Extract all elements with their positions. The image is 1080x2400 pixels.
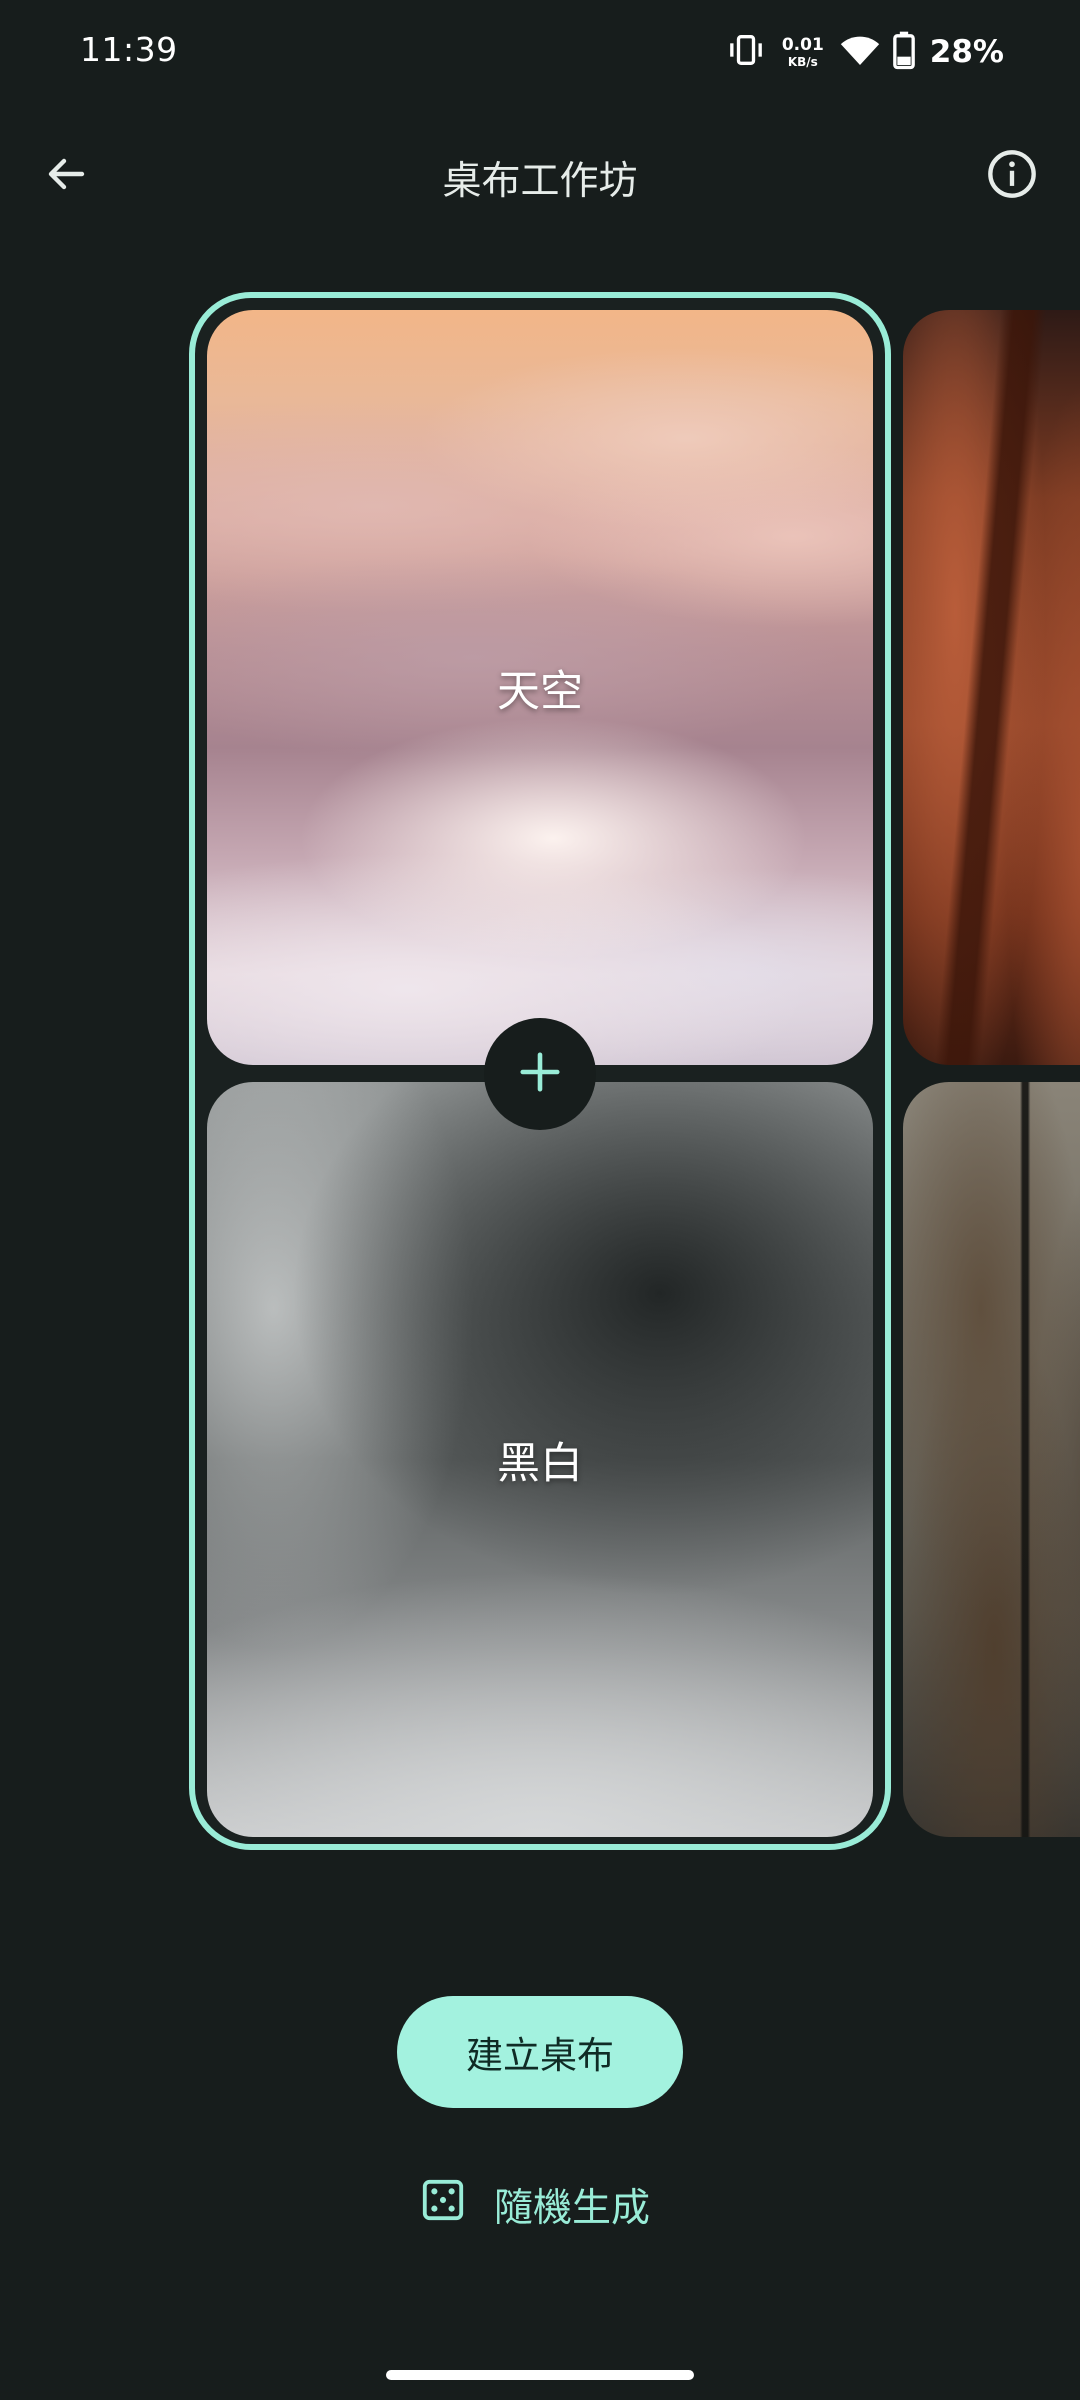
random-generate-label: 隨機生成 xyxy=(494,2186,651,2231)
status-bar: 11:39 0.01 KB/s 28% xyxy=(0,0,1080,110)
page-title: 桌布工作坊 xyxy=(442,159,638,204)
wallpaper-tile-black-white[interactable]: 黑白 xyxy=(207,1082,873,1837)
dice-icon xyxy=(420,2177,466,2233)
add-wallpaper-button[interactable] xyxy=(484,1018,596,1130)
vibrate-icon xyxy=(726,30,766,74)
app-bar: 桌布工作坊 xyxy=(0,120,1080,230)
info-button[interactable] xyxy=(976,140,1048,212)
wallpaper-tile-next-bottom[interactable] xyxy=(903,1082,1080,1837)
network-speed-value: 0.01 xyxy=(781,34,824,55)
network-speed: 0.01 KB/s xyxy=(781,34,824,69)
home-indicator[interactable] xyxy=(386,2370,694,2380)
status-time: 11:39 xyxy=(80,30,178,69)
plus-icon xyxy=(517,1049,563,1099)
random-generate-button[interactable]: 隨機生成 xyxy=(420,2170,650,2240)
wifi-icon xyxy=(840,30,880,74)
create-wallpaper-button[interactable]: 建立桌布 xyxy=(397,1996,683,2108)
battery-percent: 28% xyxy=(929,34,1004,70)
wallpaper-tile-black-white-label: 黑白 xyxy=(497,1438,583,1489)
wallpaper-tile-sky-label: 天空 xyxy=(497,666,583,717)
wallpaper-tile-sky[interactable]: 天空 xyxy=(207,310,873,1065)
status-icons: 0.01 KB/s 28% xyxy=(726,30,1004,74)
network-speed-unit: KB/s xyxy=(787,54,818,69)
battery-icon xyxy=(892,30,916,74)
wallpaper-carousel[interactable]: 天空 黑白 xyxy=(0,290,1080,1860)
wallpaper-tile-next-top[interactable] xyxy=(903,310,1080,1065)
info-icon xyxy=(986,148,1038,204)
